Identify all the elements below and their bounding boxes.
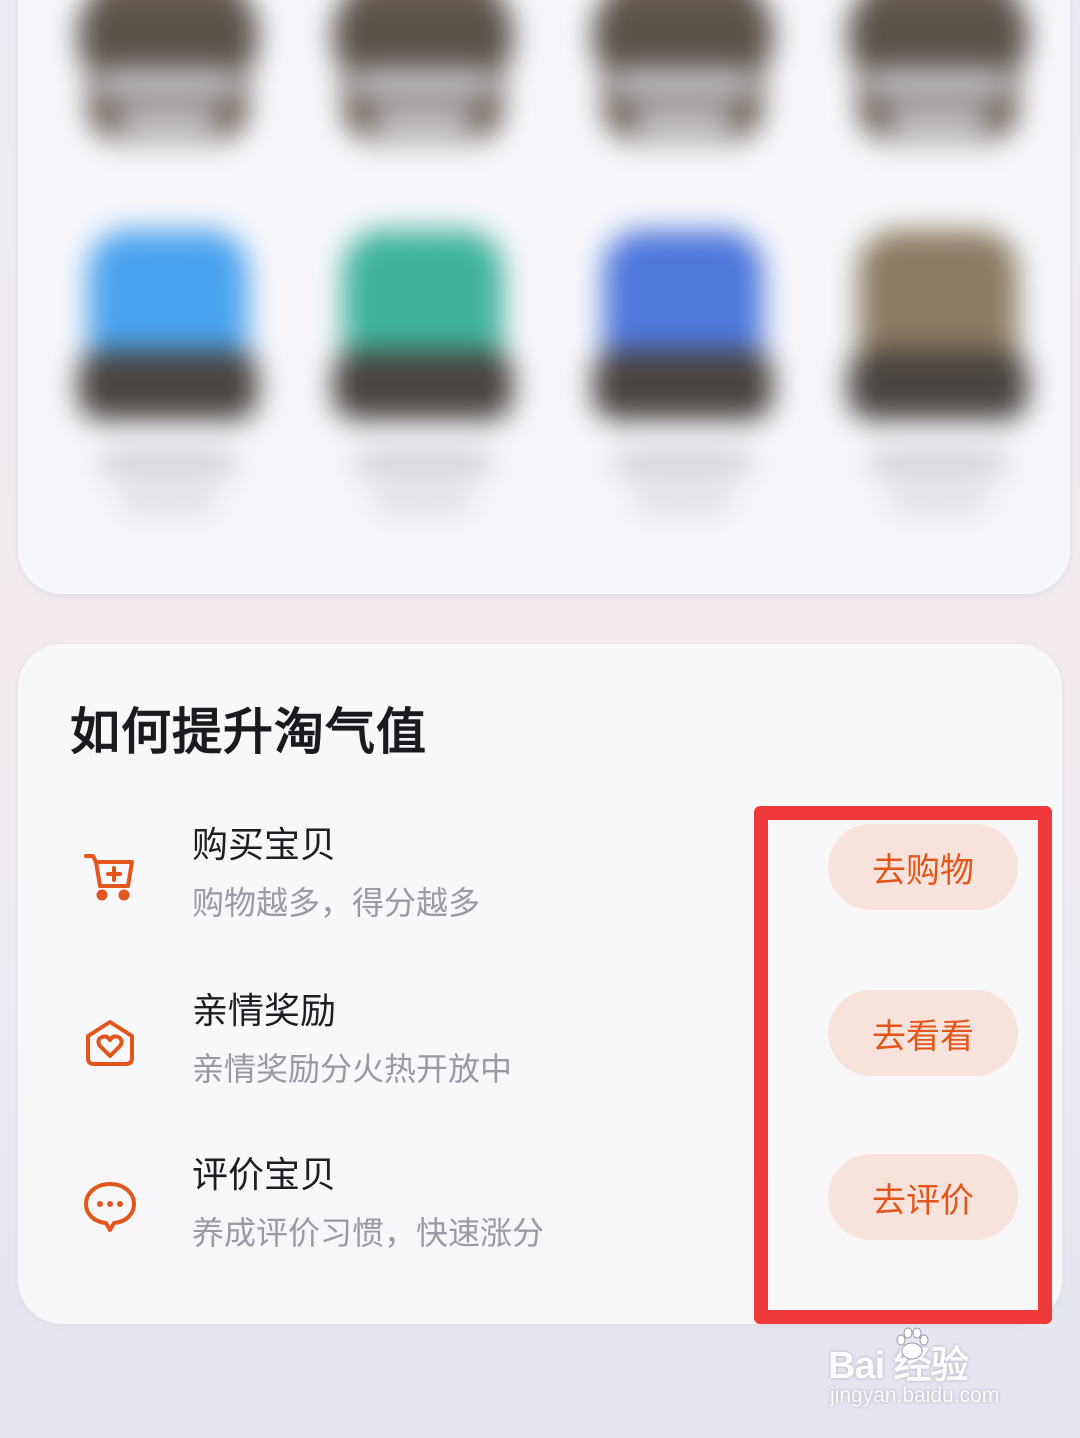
task-name: 购买宝贝 <box>192 825 337 866</box>
heart-house-icon <box>80 1012 140 1072</box>
blurred-product-item[interactable] <box>68 220 268 550</box>
task-name: 亲情奖励 <box>192 991 337 1032</box>
blurred-product-item[interactable] <box>583 220 783 550</box>
paw-icon <box>892 1324 932 1364</box>
task-description: 购物越多，得分越多 <box>192 884 481 922</box>
section-title: 如何提升淘气值 <box>70 703 427 761</box>
task-name: 评价宝贝 <box>192 1155 337 1196</box>
blurred-product-item[interactable] <box>838 220 1038 550</box>
task-description: 亲情奖励分火热开放中 <box>192 1050 513 1088</box>
watermark-url: jingyan.baidu.com <box>830 1384 1000 1407</box>
cart-plus-icon <box>80 846 140 906</box>
task-description: 养成评价习惯，快速涨分 <box>192 1214 545 1252</box>
highlight-annotation-box <box>754 806 1052 1324</box>
chat-bubble-icon <box>80 1176 140 1236</box>
blurred-product-item[interactable] <box>323 220 523 550</box>
watermark: Bai 经验 jingyan.baidu.com <box>828 1326 1038 1416</box>
blurred-product-grid <box>18 0 1070 594</box>
